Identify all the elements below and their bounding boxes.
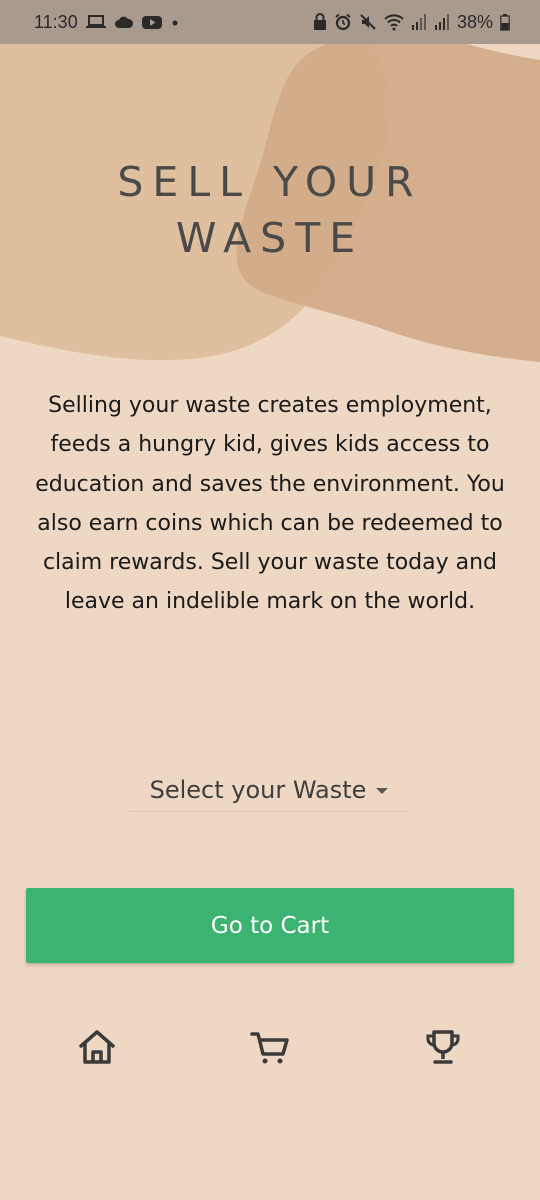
cloud-icon — [114, 14, 134, 30]
waste-select-label: Select your Waste — [149, 775, 367, 804]
home-icon — [76, 1026, 118, 1072]
bottom-nav — [0, 1020, 540, 1080]
battery-text: 38% — [456, 11, 493, 32]
status-time: 11:30 — [34, 11, 78, 32]
dropdown-caret-icon — [376, 787, 389, 794]
trophy-icon — [422, 1026, 464, 1072]
status-right: 38% — [313, 12, 510, 33]
title-line-2: WASTE — [175, 214, 365, 262]
battery-icon — [500, 13, 510, 31]
youtube-icon — [141, 14, 162, 30]
lock-icon — [313, 13, 327, 31]
nav-home[interactable] — [72, 1024, 122, 1074]
status-left: 11:30 — [34, 12, 180, 33]
page-title: SELL YOUR WASTE — [0, 154, 540, 266]
go-to-cart-label: Go to Cart — [210, 912, 330, 939]
nav-cart[interactable] — [245, 1024, 295, 1074]
go-to-cart-button[interactable]: Go to Cart — [26, 888, 514, 963]
signal-icon — [434, 13, 450, 31]
laptop-icon — [85, 14, 106, 30]
cart-icon — [249, 1026, 291, 1072]
title-line-1: SELL YOUR — [117, 158, 423, 206]
dot-icon — [170, 14, 180, 30]
alarm-icon — [334, 13, 352, 31]
description-text: Selling your waste creates employment, f… — [35, 393, 505, 615]
signal-icon — [411, 13, 427, 31]
mute-icon — [359, 13, 377, 31]
status-bar: 11:30 38% — [0, 0, 540, 44]
wifi-icon — [384, 13, 404, 31]
nav-rewards[interactable] — [418, 1024, 468, 1074]
waste-select-dropdown[interactable]: Select your Waste — [129, 768, 409, 812]
